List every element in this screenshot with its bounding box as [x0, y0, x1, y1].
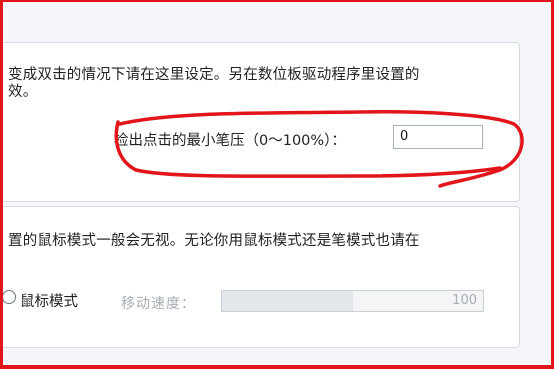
- pen-settings-description-line2: 效。: [8, 84, 38, 100]
- mode-settings-description: 置的鼠标模式一般会无视。无论你用鼠标模式还是笔模式也请在: [8, 233, 420, 249]
- mouse-mode-label[interactable]: 鼠标模式: [20, 290, 78, 311]
- move-speed-value: 100: [452, 293, 477, 308]
- mouse-mode-settings-group: [0, 206, 520, 348]
- move-speed-label: 移动速度：: [121, 296, 196, 312]
- move-speed-slider-fill: [222, 291, 353, 311]
- move-speed-slider[interactable]: 100: [221, 290, 484, 312]
- min-pressure-input[interactable]: 0: [393, 125, 483, 149]
- mouse-mode-radio[interactable]: [2, 290, 16, 304]
- pen-settings-description-line1: 变成双击的情况下请在这里设定。另在数位板驱动程序里设置的: [8, 67, 420, 83]
- min-pressure-label: 检出点击的最小笔压（0～100%）：: [114, 133, 346, 149]
